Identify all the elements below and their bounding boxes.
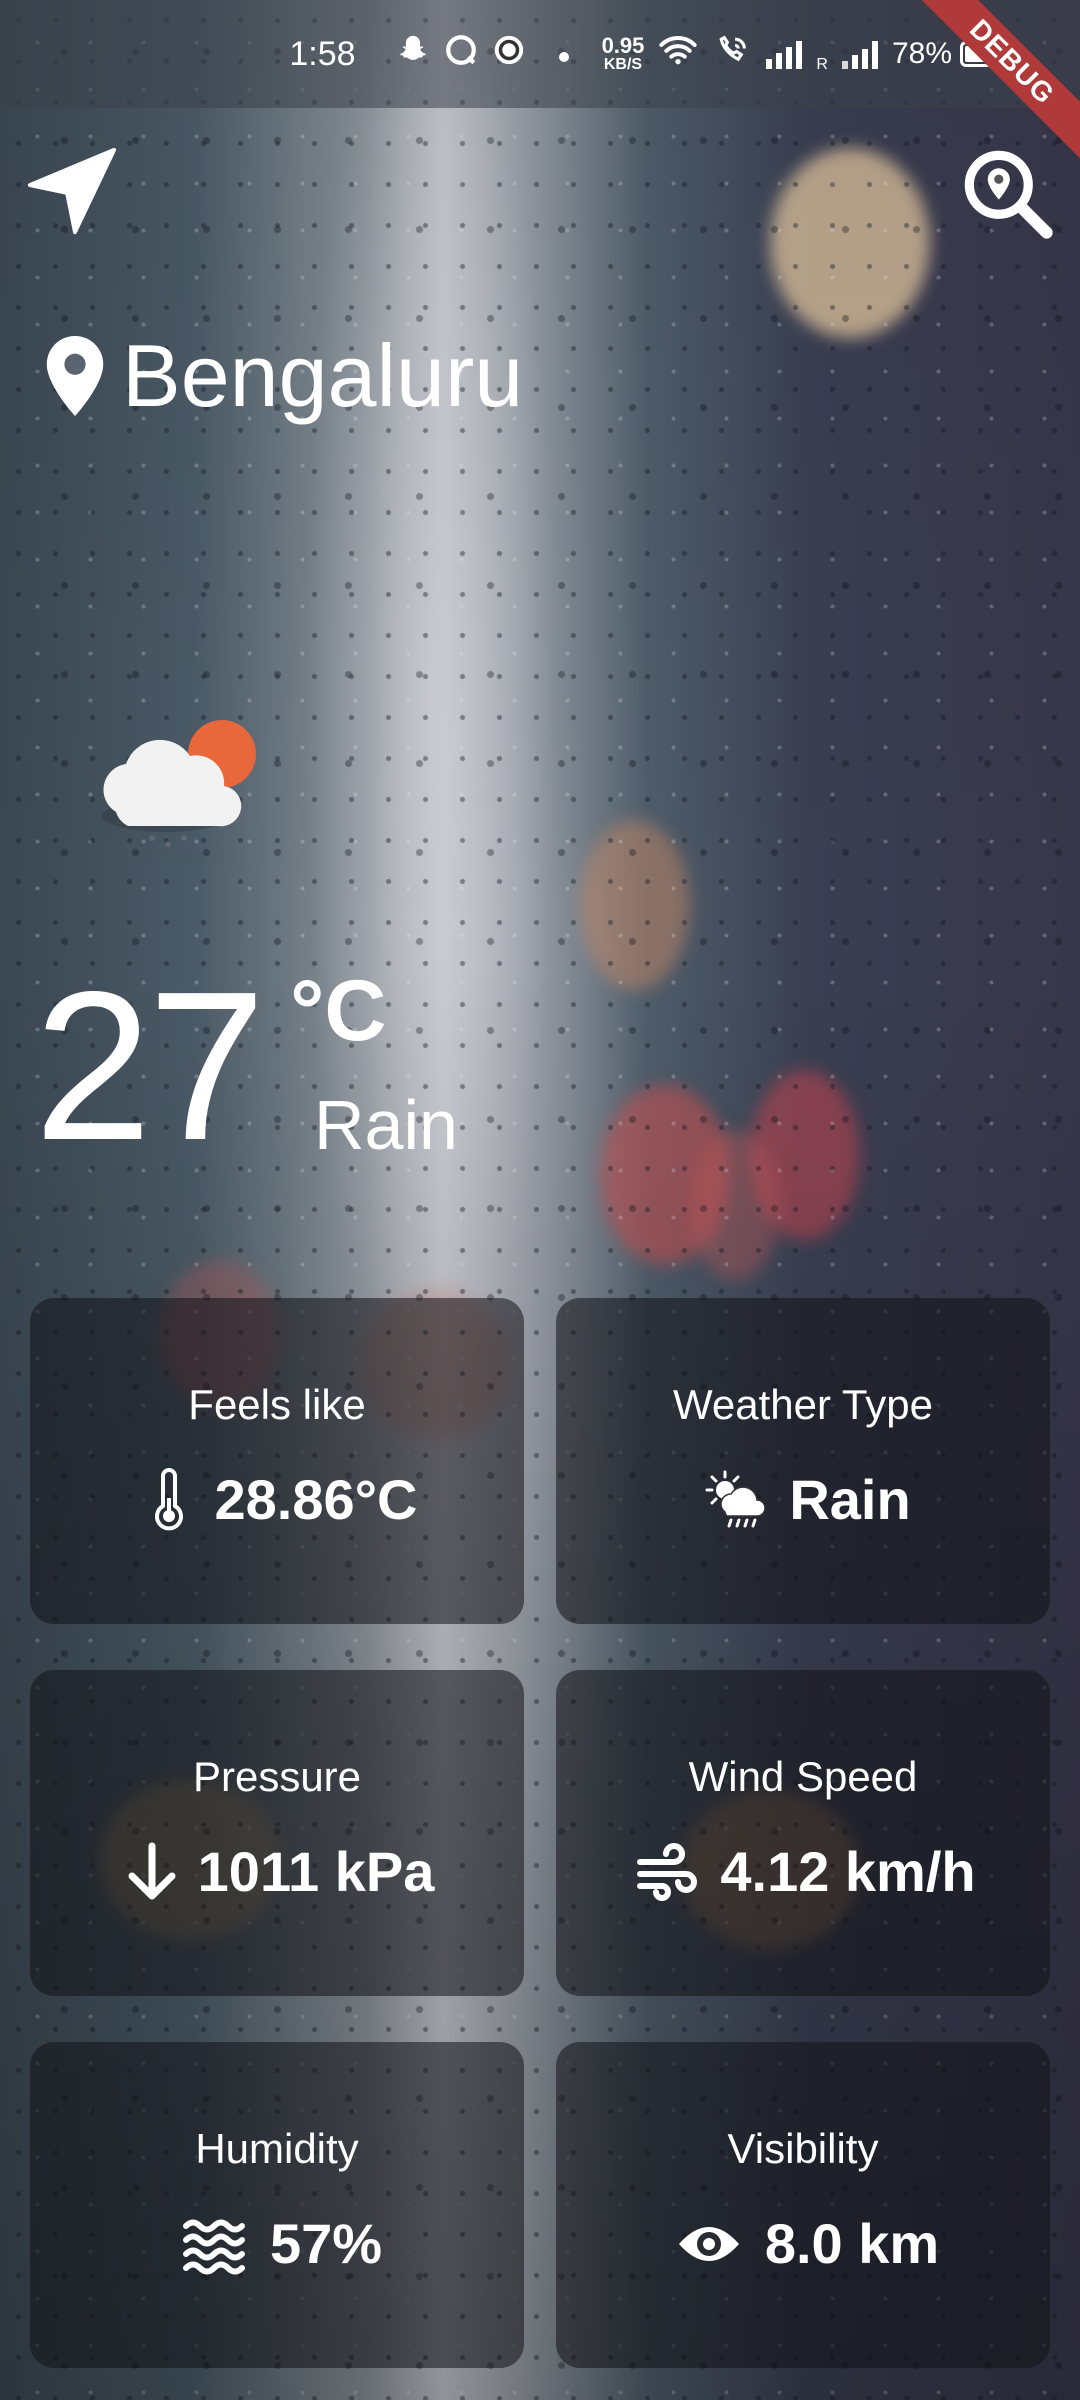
card-value: 4.12 km/h [720, 1840, 976, 1903]
card-label: Feels like [188, 1381, 366, 1428]
wifi-calling-icon [712, 33, 752, 75]
card-value: 57% [269, 2212, 383, 2275]
card-value: 1011 kPa [197, 1840, 435, 1903]
card-feels-like: Feels like 28.86°C [30, 1298, 524, 1624]
battery-percent: 78% [891, 37, 952, 70]
card-label: Wind Speed [688, 1753, 918, 1800]
signal-strength-roaming-icon [841, 39, 878, 69]
card-label: Visibility [727, 2125, 879, 2172]
thermometer-icon [154, 1468, 183, 1531]
temperature-unit: °C [290, 963, 387, 1059]
card-value: Rain [789, 1468, 911, 1531]
current-temperature: 27 [34, 947, 266, 1184]
card-label: Pressure [192, 1753, 362, 1800]
city-name: Bengaluru [122, 326, 524, 425]
card-visibility: Visibility 8.0 km [556, 2042, 1050, 2368]
wind-icon [637, 1843, 698, 1901]
card-value: 28.86°C [214, 1468, 418, 1531]
water-waves-icon [182, 2219, 245, 2275]
chat-bubble-icon [444, 33, 478, 75]
sun-cloud-rain-icon [705, 1470, 766, 1528]
location-header: Bengaluru [46, 332, 523, 420]
card-weather-type: Weather Type Rain [556, 1298, 1050, 1624]
status-time: 1:58 [289, 34, 356, 73]
snapchat-icon [396, 33, 430, 75]
location-pin-icon [46, 336, 104, 416]
status-bar: 1:58 0.95 KB/S R 78% [0, 0, 1080, 108]
net-speed: 0.95 KB/S [601, 33, 645, 73]
card-pressure: Pressure 1011 kPa [30, 1670, 524, 1996]
search-location-icon [964, 150, 1053, 239]
card-label: Weather Type [673, 1381, 933, 1428]
ring-app-icon [492, 33, 526, 75]
cloud-sun-icon [102, 720, 256, 847]
card-label: Humidity [195, 2125, 359, 2172]
card-wind-speed: Wind Speed 4.12 km/h [556, 1670, 1050, 1996]
arrow-down-icon [128, 1842, 176, 1900]
signal-strength-icon [766, 39, 803, 69]
eye-icon [678, 2227, 739, 2261]
roaming-indicator: R [816, 56, 828, 73]
card-value: 8.0 km [764, 2212, 940, 2275]
current-condition: Rain [314, 1086, 458, 1164]
current-location-button[interactable] [24, 142, 122, 240]
search-location-button[interactable] [962, 148, 1054, 240]
card-humidity: Humidity 57% [30, 2042, 524, 2368]
notification-dot-icon [558, 37, 570, 71]
wifi-icon [658, 34, 698, 74]
navigation-arrow-icon [27, 147, 117, 235]
